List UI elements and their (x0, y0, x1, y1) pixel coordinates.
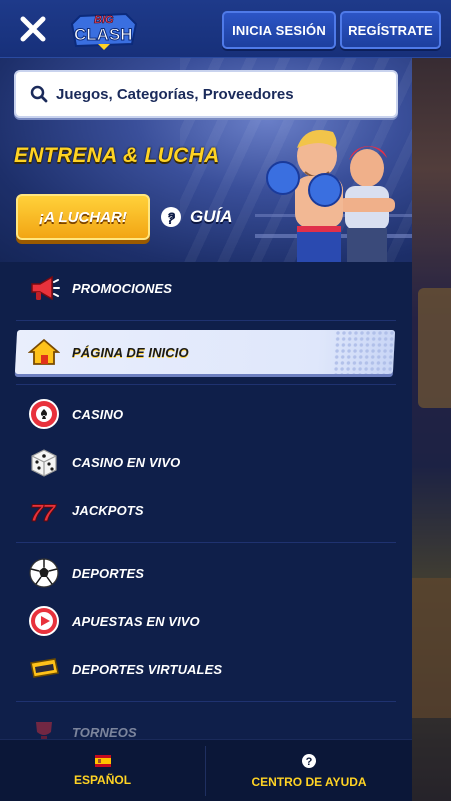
big-clash-logo[interactable]: BIG CLASH (64, 6, 142, 52)
search-icon (30, 85, 48, 103)
menu-item-label: PÁGINA DE INICIO (72, 344, 189, 360)
svg-text:?: ? (306, 756, 313, 768)
guide-link[interactable]: ? GUÍA (160, 206, 233, 228)
menu-item-casino[interactable]: CASINO (0, 391, 412, 437)
menu-divider (16, 542, 396, 543)
menu-item-label: DEPORTES VIRTUALES (72, 661, 223, 677)
menu-item-live-casino[interactable]: CASINO EN VIVO (0, 439, 412, 485)
live-play-icon (28, 605, 60, 637)
dice-icon (28, 446, 60, 478)
megaphone-icon (28, 272, 60, 304)
side-drawer: Juegos, Categorías, Proveedores ENTRENA … (0, 58, 412, 801)
svg-text:7: 7 (42, 500, 57, 526)
background-game-tile (412, 578, 451, 718)
login-button[interactable]: INICIA SESIÓN (222, 11, 336, 49)
menu-item-label: DEPORTES (72, 565, 145, 581)
language-label: ESPAÑOL (73, 773, 132, 787)
boxers-illustration (255, 130, 412, 262)
menu-divider (16, 320, 396, 321)
menu-divider (16, 701, 396, 702)
menu-item-virtual-sports[interactable]: DEPORTES VIRTUALES (0, 646, 412, 692)
menu-divider (16, 384, 396, 385)
menu-item-jackpots[interactable]: 7 7 JACKPOTS (0, 487, 412, 533)
help-icon: ? (302, 754, 316, 768)
home-icon (28, 336, 60, 368)
soccer-ball-icon (28, 557, 60, 589)
help-icon: ? (161, 207, 181, 227)
top-header: BIG CLASH INICIA SESIÓN REGÍSTRATE (0, 0, 451, 58)
vr-headset-icon (28, 653, 60, 685)
help-center-link[interactable]: ? CENTRO DE AYUDA (206, 740, 412, 801)
menu-item-label: APUESTAS EN VIVO (72, 613, 200, 629)
menu-item-label: CASINO EN VIVO (72, 454, 181, 470)
language-selector[interactable]: ESPAÑOL (0, 740, 205, 801)
menu-item-label: CASINO (72, 406, 124, 422)
search-placeholder: Juegos, Categorías, Proveedores (56, 85, 294, 103)
menu-item-live-betting[interactable]: APUESTAS EN VIVO (0, 598, 412, 644)
drawer-footer: ESPAÑOL ? CENTRO DE AYUDA (0, 739, 412, 801)
search-input[interactable]: Juegos, Categorías, Proveedores (14, 70, 398, 118)
page-background (412, 58, 451, 801)
menu-item-label: PROMOCIONES (72, 280, 173, 296)
menu-item-sports[interactable]: DEPORTES (0, 550, 412, 596)
sevens-icon: 7 7 (28, 494, 60, 527)
spain-flag-icon (94, 755, 111, 767)
register-button[interactable]: REGÍSTRATE (340, 11, 441, 49)
menu-item-promotions[interactable]: PROMOCIONES (0, 265, 412, 311)
menu-item-label: TORNEOS (72, 724, 137, 740)
menu-item-label: JACKPOTS (72, 502, 144, 518)
close-icon[interactable] (16, 12, 50, 46)
promo-title: ENTRENA & LUCHA (14, 144, 220, 167)
menu-item-home[interactable]: PÁGINA DE INICIO (0, 329, 412, 375)
guide-label: GUÍA (190, 207, 233, 226)
promo-banner: Juegos, Categorías, Proveedores ENTRENA … (0, 58, 412, 262)
fight-cta-button[interactable]: ¡A LUCHAR! (16, 194, 150, 240)
help-center-label: CENTRO DE AYUDA (251, 775, 367, 789)
casino-chip-icon (28, 398, 60, 430)
svg-text:CLASH: CLASH (74, 25, 133, 44)
background-game-tile (418, 288, 451, 408)
svg-text:?: ? (167, 209, 176, 225)
